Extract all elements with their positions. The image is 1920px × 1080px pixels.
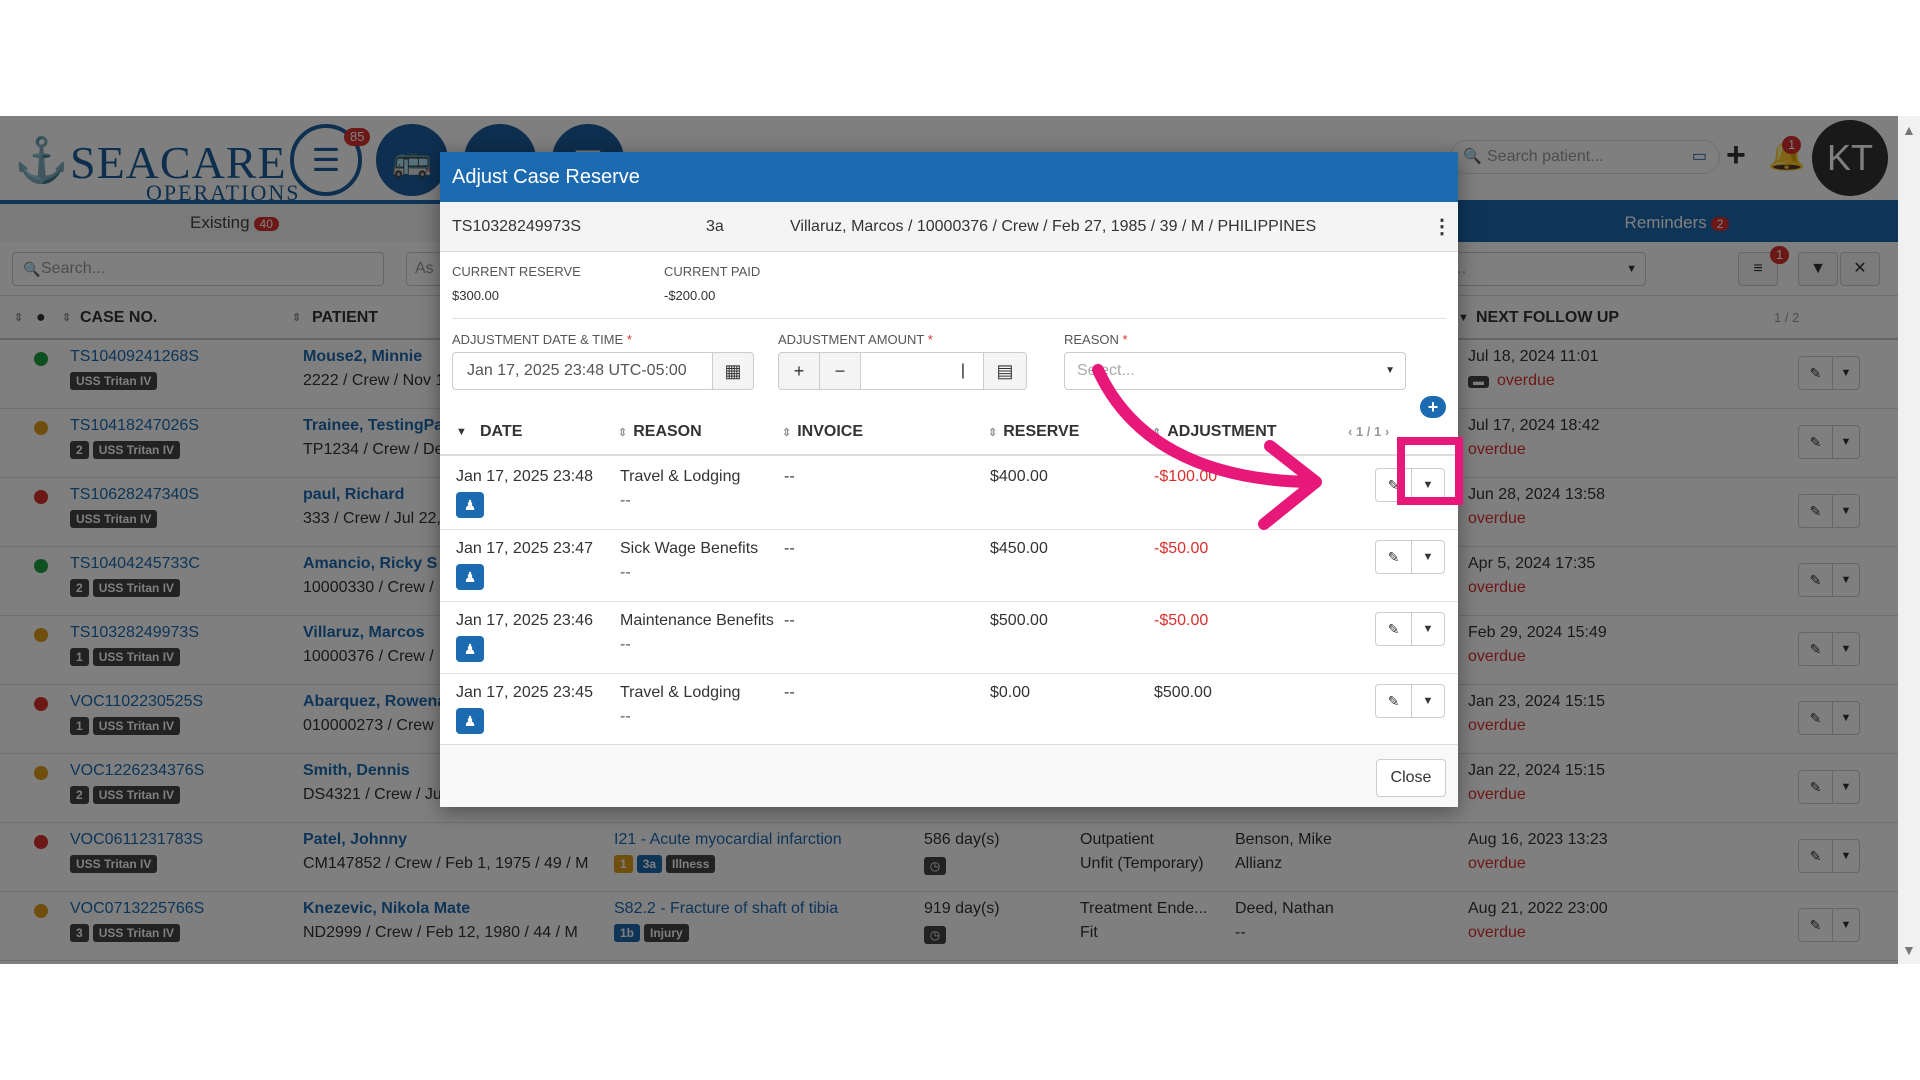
sort-icon[interactable]: ⇕ [782, 427, 791, 439]
adjustment-reserve: $400.00 [990, 468, 1048, 485]
adjustment-invoice: -- [784, 612, 795, 629]
user-icon[interactable]: ♟ [456, 492, 484, 518]
calendar-button[interactable]: ▦ [712, 352, 754, 390]
chevron-down-icon[interactable]: ▼ [1412, 685, 1444, 717]
increase-button[interactable]: + [778, 352, 820, 390]
case-info-bar: TS10328249973S 3a Villaruz, Marcos / 100… [440, 202, 1458, 252]
reserve-col-wrap: ⇕ RESERVE [988, 408, 1079, 457]
reason-label-text: REASON [1064, 332, 1119, 347]
calculator-icon: ▤ [996, 361, 1014, 381]
adjustment-row-actions: ✎ ▼ [1375, 612, 1445, 646]
chevron-down-icon[interactable]: ▼ [1412, 613, 1444, 645]
current-reserve-value: $300.00 [452, 288, 499, 303]
adjustment-row[interactable]: Jan 17, 2025 23:45 ♟ Travel & Lodging -- -- $… [440, 674, 1458, 746]
current-paid-label: CURRENT PAID [664, 264, 761, 279]
adjustment-reason: Travel & Lodging [620, 468, 741, 485]
modal-title: Adjust Case Reserve [440, 152, 1458, 202]
reason-label: REASON * [1064, 332, 1128, 347]
adjustment-reserve: $0.00 [990, 684, 1031, 701]
scroll-up-icon[interactable]: ▲ [1902, 122, 1916, 138]
adjustment-date-label: ADJUSTMENT DATE & TIME * [452, 332, 632, 347]
adjustment-date: Jan 17, 2025 23:45 [456, 684, 594, 701]
adjustment-note: -- [620, 636, 631, 653]
edit-icon[interactable]: ✎ [1376, 685, 1412, 717]
sort-icon[interactable]: ⇕ [988, 427, 997, 439]
adjustment-reserve: $450.00 [990, 540, 1048, 557]
adjustment-reason: Travel & Lodging [620, 684, 741, 701]
invoice-col-wrap: ⇕ INVOICE [782, 408, 863, 457]
edit-icon[interactable]: ✎ [1376, 541, 1412, 573]
adjustment-invoice: -- [784, 684, 795, 701]
calendar-icon: ▦ [724, 361, 742, 381]
user-icon[interactable]: ♟ [456, 564, 484, 590]
modal-footer: Close [440, 744, 1458, 807]
date-column-header[interactable]: DATE [480, 408, 522, 456]
adjustment-row[interactable]: Jan 17, 2025 23:47 ♟ Sick Wage Benefits -- -… [440, 530, 1458, 602]
invoice-column-header[interactable]: INVOICE [797, 423, 863, 440]
adjustment-amount-label: ADJUSTMENT AMOUNT * [778, 332, 933, 347]
decrease-button[interactable]: − [819, 352, 861, 390]
adjustment-amount: -$50.00 [1154, 612, 1209, 629]
reason-column-header[interactable]: REASON [633, 423, 701, 440]
current-reserve-label: CURRENT RESERVE [452, 264, 581, 279]
minus-icon: − [834, 361, 846, 381]
plus-icon: + [793, 361, 805, 381]
adjustment-invoice: -- [784, 468, 795, 485]
adjustment-note: -- [620, 708, 631, 725]
required-marker: * [1122, 332, 1128, 347]
adjustment-date: Jan 17, 2025 23:47 [456, 540, 594, 557]
edit-icon[interactable]: ✎ [1376, 613, 1412, 645]
user-icon[interactable]: ♟ [456, 708, 484, 734]
modal-patient-info: Villaruz, Marcos / 10000376 / Crew / Feb… [790, 218, 1317, 235]
reason-col-wrap: ⇕ REASON [618, 408, 702, 457]
adjustment-amount-input[interactable]: | [860, 352, 984, 390]
close-button[interactable]: Close [1376, 759, 1446, 797]
adjustment-row-actions: ✎ ▼ [1375, 684, 1445, 718]
current-paid-value: -$200.00 [664, 288, 716, 303]
adjustment-date-label-text: ADJUSTMENT DATE & TIME [452, 332, 624, 347]
adjustment-note: -- [620, 492, 631, 509]
adjustment-date: Jan 17, 2025 23:46 [456, 612, 594, 629]
required-marker: * [626, 332, 632, 347]
scroll-down-icon[interactable]: ▼ [1902, 942, 1916, 958]
sort-desc-icon[interactable]: ▼ [456, 408, 467, 456]
adjustment-row-actions: ✎ ▼ [1375, 540, 1445, 574]
adjustment-date-value: Jan 17, 2025 23:48 UTC-05:00 [467, 362, 687, 379]
adjustment-reason: Sick Wage Benefits [620, 540, 759, 557]
modal-case-level: 3a [706, 218, 724, 235]
adjustment-amount-label-text: ADJUSTMENT AMOUNT [778, 332, 925, 347]
adjustment-amount: -$50.00 [1154, 540, 1209, 557]
page-scrollbar[interactable]: ▲ ▼ [1898, 116, 1920, 964]
user-icon[interactable]: ♟ [456, 636, 484, 662]
required-marker: * [927, 332, 933, 347]
adjustment-date: Jan 17, 2025 23:48 [456, 468, 594, 485]
annotation-arrow [1092, 364, 1322, 530]
adjustment-date-input[interactable]: Jan 17, 2025 23:48 UTC-05:00 [452, 352, 714, 390]
adjustment-amount: $500.00 [1154, 684, 1212, 701]
adjustment-reserve: $500.00 [990, 612, 1048, 629]
modal-case-number: TS10328249973S [452, 218, 581, 235]
calculator-button[interactable]: ▤ [983, 352, 1027, 390]
divider [452, 318, 1446, 319]
chevron-down-icon[interactable]: ▼ [1412, 541, 1444, 573]
text-cursor: | [960, 362, 965, 379]
adjustment-row[interactable]: Jan 17, 2025 23:46 ♟ Maintenance Benefits -… [440, 602, 1458, 674]
adjustment-note: -- [620, 564, 631, 581]
adjustment-reason: Maintenance Benefits [620, 612, 774, 629]
reserve-column-header[interactable]: RESERVE [1003, 423, 1079, 440]
adjustment-invoice: -- [784, 540, 795, 557]
more-options-icon[interactable]: ⋮ [1432, 202, 1452, 252]
sort-icon[interactable]: ⇕ [618, 427, 627, 439]
